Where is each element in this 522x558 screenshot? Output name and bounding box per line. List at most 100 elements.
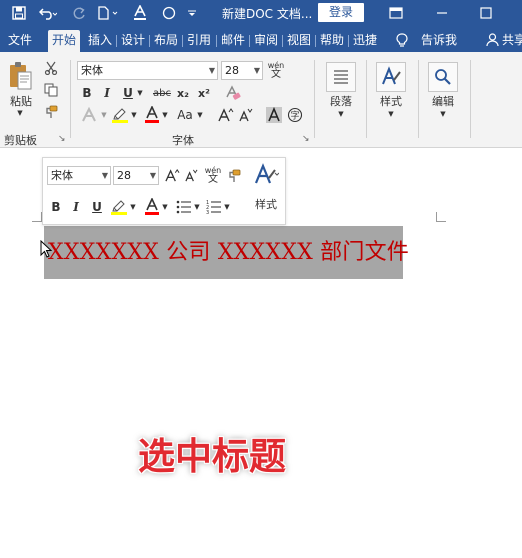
italic-button[interactable]: I <box>100 85 114 101</box>
mini-bullets-dropdown-icon[interactable]: ▼ <box>193 198 201 216</box>
mini-grow-font-icon[interactable] <box>163 166 181 185</box>
mini-numbering-icon[interactable]: 123 <box>205 197 223 217</box>
bold-button[interactable]: B <box>80 85 94 101</box>
font-name-dropdown-icon[interactable]: ▼ <box>209 62 215 79</box>
format-painter-icon[interactable] <box>42 104 60 120</box>
tab-insert[interactable]: 插入 <box>88 30 112 52</box>
mini-bullets-icon[interactable] <box>175 197 193 217</box>
share-user-icon[interactable] <box>486 30 499 52</box>
tell-me-search[interactable]: 告诉我 <box>421 30 457 52</box>
superscript-button[interactable]: x² <box>196 85 212 101</box>
tab-separator <box>282 35 283 47</box>
character-shading-icon[interactable] <box>265 105 283 125</box>
underline-dropdown-icon[interactable]: ▼ <box>136 85 144 101</box>
shape-circle-icon[interactable] <box>160 3 178 23</box>
styles-icon[interactable] <box>376 62 406 92</box>
save-icon[interactable] <box>8 3 30 23</box>
editing-dropdown-icon[interactable]: ▼ <box>438 110 448 118</box>
font-launcher-icon[interactable]: ↘ <box>302 134 310 144</box>
mini-font-name-dropdown-icon[interactable]: ▼ <box>102 167 108 184</box>
document-heading[interactable]: XXXXXXX 公司 XXXXXX 部门文件 <box>48 234 409 266</box>
paragraph-icon[interactable] <box>326 62 356 92</box>
customize-quick-access-icon[interactable] <box>186 3 198 23</box>
minimize-icon[interactable] <box>432 3 452 23</box>
redo-icon[interactable] <box>70 3 88 23</box>
new-document-icon[interactable] <box>94 3 124 23</box>
clipboard-group-label: 剪贴板 <box>4 134 37 147</box>
font-launcher-small-icon[interactable] <box>290 61 304 79</box>
maximize-icon[interactable] <box>476 3 496 23</box>
font-size-dropdown-icon[interactable]: ▼ <box>254 62 260 79</box>
font-color-icon[interactable] <box>132 3 148 23</box>
font-color-dropdown-icon[interactable]: ▼ <box>161 106 169 124</box>
paste-dropdown-icon[interactable]: ▼ <box>15 109 25 117</box>
tab-xunjie[interactable]: 迅捷 <box>353 30 377 52</box>
clear-formatting-icon[interactable] <box>224 84 242 102</box>
mini-styles-icon[interactable] <box>251 160 281 190</box>
mini-highlight-dropdown-icon[interactable]: ▼ <box>129 198 137 216</box>
grow-font-icon[interactable] <box>217 105 235 125</box>
search-icon[interactable] <box>428 62 458 92</box>
svg-text:字: 字 <box>290 110 299 122</box>
text-effects-icon[interactable] <box>78 106 100 124</box>
tab-review[interactable]: 审阅 <box>254 30 278 52</box>
mini-phonetic-guide-button[interactable]: wén 文 <box>203 164 223 186</box>
shrink-font-icon[interactable] <box>238 105 254 125</box>
tab-references[interactable]: 引用 <box>187 30 211 52</box>
ribbon-tabs: 文件 开始 插入 设计 布局 引用 邮件 审阅 视图 帮助 迅捷 告诉我 共享 <box>0 26 522 52</box>
mini-font-size-value: 28 <box>117 169 131 182</box>
mini-underline-button[interactable]: U <box>90 198 104 216</box>
tab-help[interactable]: 帮助 <box>320 30 344 52</box>
tab-home[interactable]: 开始 <box>48 30 81 52</box>
font-color-red-icon[interactable] <box>143 105 161 125</box>
tab-file[interactable]: 文件 <box>8 30 32 52</box>
lightbulb-icon[interactable] <box>396 30 408 52</box>
mini-highlight-color-icon[interactable] <box>109 197 129 217</box>
mini-italic-button[interactable]: I <box>69 198 83 216</box>
font-name-box[interactable]: 宋体 ▼ <box>77 61 218 80</box>
cut-icon[interactable] <box>42 60 60 76</box>
underline-button[interactable]: U <box>121 85 135 101</box>
undo-icon[interactable] <box>36 3 60 23</box>
mini-shrink-font-icon[interactable] <box>183 166 199 185</box>
tab-view[interactable]: 视图 <box>287 30 311 52</box>
login-button[interactable]: 登录 <box>318 3 364 22</box>
clipboard-launcher-icon[interactable]: ↘ <box>58 134 66 144</box>
mini-styles-label[interactable]: 样式 <box>249 196 283 212</box>
ribbon-display-options-icon[interactable] <box>386 3 406 23</box>
tab-separator <box>116 35 117 47</box>
highlight-dropdown-icon[interactable]: ▼ <box>130 106 138 124</box>
mini-numbering-dropdown-icon[interactable]: ▼ <box>223 198 231 216</box>
mini-font-size-dropdown-icon[interactable]: ▼ <box>150 167 156 184</box>
change-case-button[interactable]: Aa <box>175 106 195 124</box>
paragraph-label[interactable]: 段落 <box>322 94 360 108</box>
mini-font-name-box[interactable]: 宋体 ▼ <box>47 166 111 185</box>
tab-design[interactable]: 设计 <box>121 30 145 52</box>
styles-label[interactable]: 样式 <box>372 94 410 108</box>
mini-font-color-dropdown-icon[interactable]: ▼ <box>161 198 169 216</box>
mini-font-size-box[interactable]: 28 ▼ <box>113 166 159 185</box>
mini-font-color-icon[interactable] <box>143 197 161 217</box>
paragraph-dropdown-icon[interactable]: ▼ <box>336 110 346 118</box>
title-bar: 新建DOC 文档... 登录 <box>0 0 522 26</box>
tab-mailings[interactable]: 邮件 <box>221 30 245 52</box>
share-button[interactable]: 共享 <box>502 30 522 52</box>
strikethrough-button[interactable]: abc <box>151 85 173 101</box>
tab-separator <box>216 35 217 47</box>
paste-label[interactable]: 粘贴 <box>6 94 36 108</box>
enclose-characters-icon[interactable]: 字 <box>286 105 304 125</box>
mini-format-painter-icon[interactable] <box>225 166 243 185</box>
mini-bold-button[interactable]: B <box>49 198 63 216</box>
change-case-dropdown-icon[interactable]: ▼ <box>196 106 204 124</box>
highlight-color-icon[interactable] <box>110 105 130 125</box>
font-size-box[interactable]: 28 ▼ <box>221 61 263 80</box>
font-size-value: 28 <box>225 64 239 77</box>
text-effects-dropdown-icon[interactable]: ▼ <box>100 106 108 124</box>
phonetic-guide-button[interactable]: wén 文 <box>266 59 286 81</box>
styles-dropdown-icon[interactable]: ▼ <box>386 110 396 118</box>
subscript-button[interactable]: x₂ <box>175 85 191 101</box>
paste-icon[interactable] <box>6 60 34 92</box>
copy-icon[interactable] <box>42 82 60 98</box>
editing-label[interactable]: 编辑 <box>424 94 462 108</box>
tab-layout[interactable]: 布局 <box>154 30 178 52</box>
